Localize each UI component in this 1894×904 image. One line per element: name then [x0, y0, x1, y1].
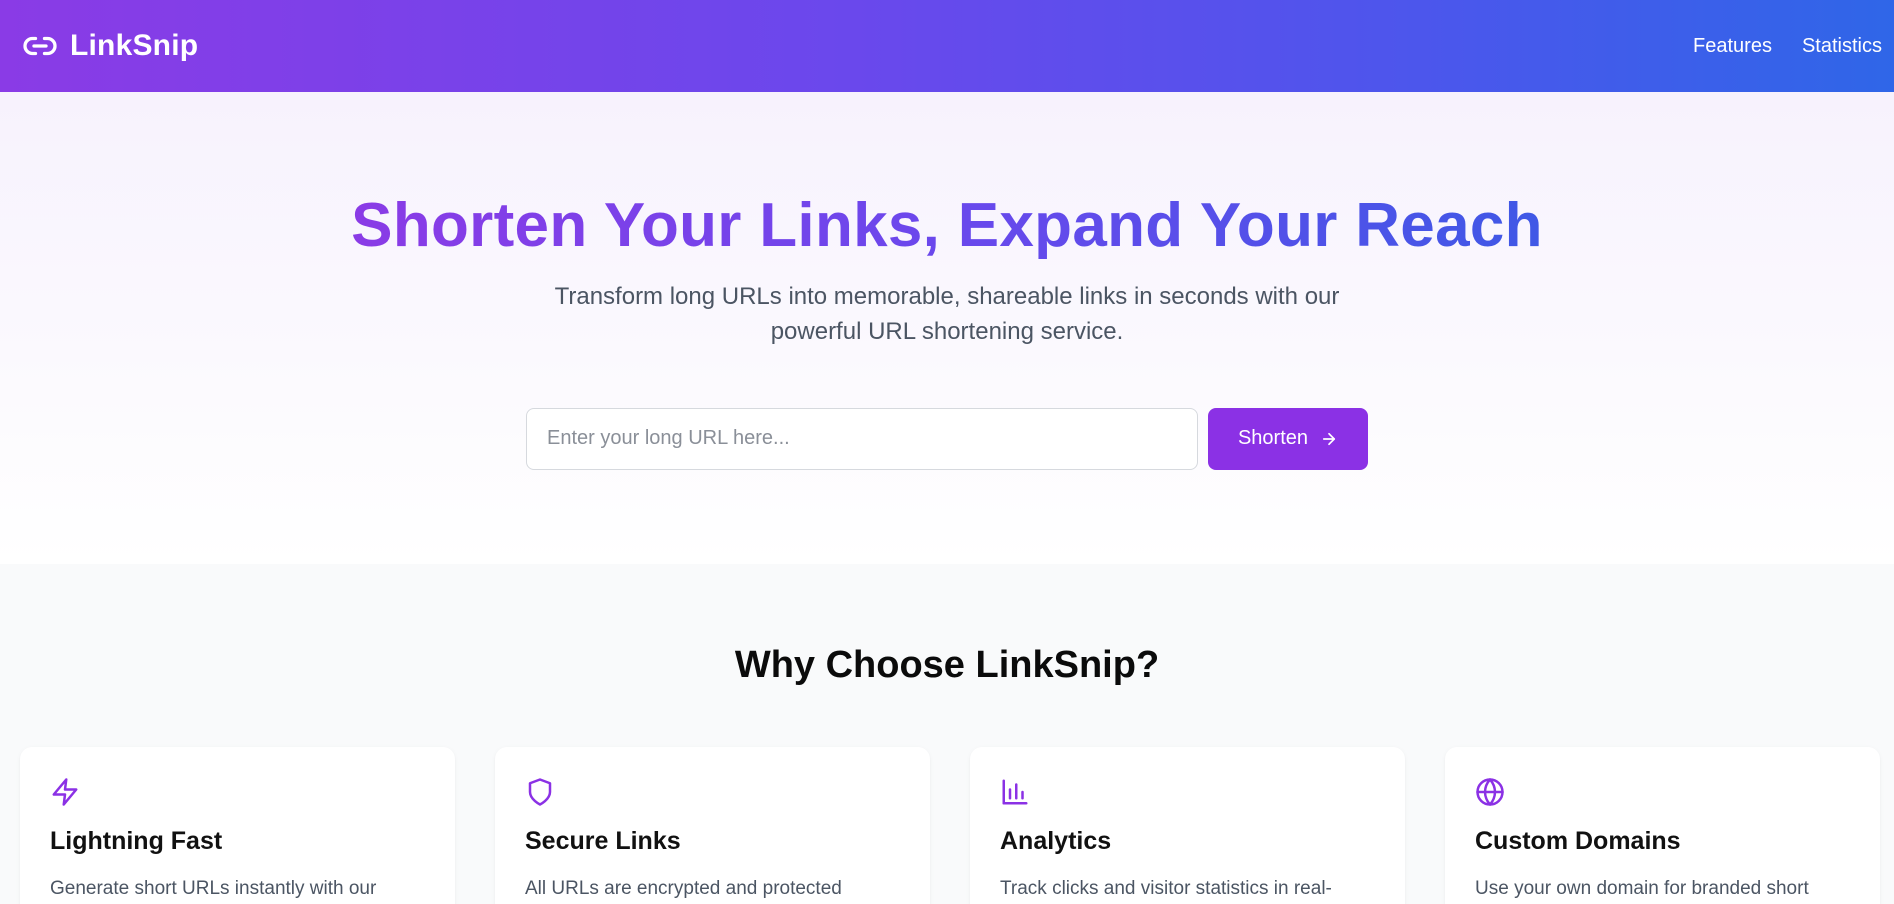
url-input[interactable]	[526, 407, 1198, 470]
features-section: Why Choose LinkSnip? Lightning Fast Gene…	[0, 564, 1894, 904]
feature-card-description: Use your own domain for branded short	[1475, 878, 1809, 899]
feature-card-title: Lightning Fast	[50, 827, 223, 855]
brand-name: LinkSnip	[70, 29, 199, 62]
bar-chart-icon	[1000, 777, 1030, 807]
hero-subtitle: Transform long URLs into memorable, shar…	[554, 283, 1340, 345]
nav-link-statistics[interactable]: Statistics	[1802, 35, 1882, 58]
lightning-icon	[50, 777, 80, 807]
shorten-form: Shorten	[0, 407, 1894, 470]
top-header: LinkSnip Features Statistics	[0, 0, 1894, 92]
feature-cards: Lightning Fast Generate short URLs insta…	[0, 747, 1894, 904]
globe-icon	[1475, 777, 1505, 807]
feature-card-title: Secure Links	[525, 827, 681, 855]
shield-icon	[525, 777, 555, 807]
arrow-right-icon	[1320, 430, 1338, 448]
link-icon	[22, 28, 58, 64]
feature-card-analytics: Analytics Track clicks and visitor stati…	[970, 747, 1405, 904]
feature-card-title: Custom Domains	[1475, 827, 1681, 855]
feature-card-description: Track clicks and visitor statistics in r…	[1000, 878, 1332, 899]
feature-card-lightning-fast: Lightning Fast Generate short URLs insta…	[20, 747, 455, 904]
nav-link-features[interactable]: Features	[1693, 35, 1772, 58]
brand[interactable]: LinkSnip	[22, 28, 198, 64]
shorten-button-label: Shorten	[1237, 427, 1309, 450]
shorten-button[interactable]: Shorten	[1208, 407, 1368, 470]
feature-card-description: Generate short URLs instantly with our	[50, 878, 377, 899]
feature-card-secure-links: Secure Links All URLs are encrypted and …	[495, 747, 930, 904]
feature-card-custom-domains: Custom Domains Use your own domain for b…	[1445, 747, 1880, 904]
feature-card-description: All URLs are encrypted and protected	[525, 878, 842, 899]
feature-card-title: Analytics	[1000, 827, 1112, 855]
main-nav: Features Statistics	[1693, 35, 1882, 58]
hero-title: Shorten Your Links, Expand Your Reach	[351, 191, 1543, 264]
features-title: Why Choose LinkSnip?	[734, 644, 1160, 686]
hero-section: Shorten Your Links, Expand Your Reach Tr…	[0, 92, 1894, 564]
